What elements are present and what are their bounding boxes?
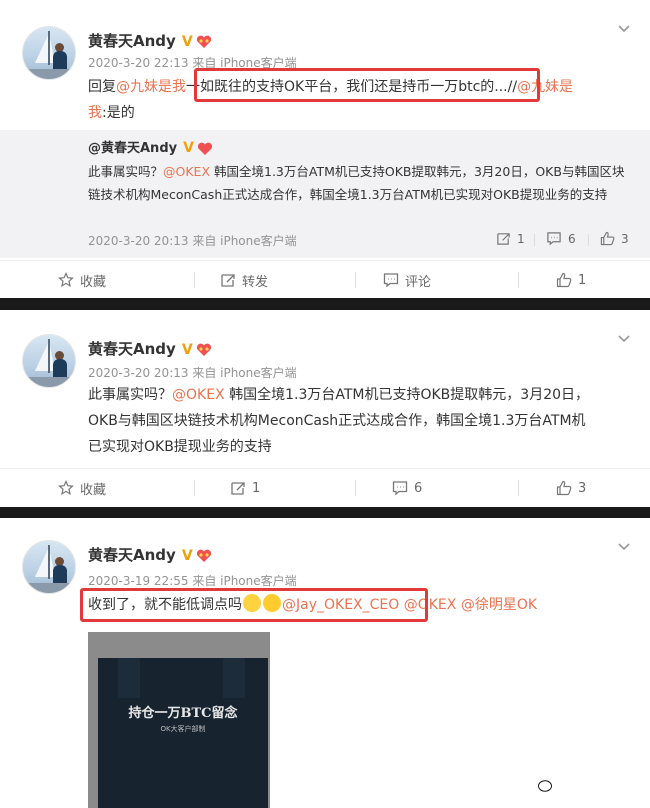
repost-icon: [497, 233, 510, 245]
quoted-comment[interactable]: 6: [546, 231, 576, 246]
favorite-button[interactable]: 收藏: [58, 469, 106, 507]
action-bar: 收藏 转发 评论 1: [0, 260, 650, 298]
text-line: 已实现对OKB提现业务的支持: [88, 439, 272, 455]
quoted-like-count: 3: [621, 231, 629, 246]
action-bar: 收藏 1 6 3: [0, 468, 650, 506]
quoted-meta: 2020-3-20 20:13 来自 iPhone客户端: [88, 234, 297, 248]
like-count: 3: [578, 480, 587, 496]
comment-count: 6: [414, 480, 423, 496]
bag-text: 持仓一万BTC留念: [128, 706, 238, 721]
post-image[interactable]: 持仓一万BTC留念 OK大客户部制: [88, 632, 270, 808]
comment-icon: [383, 273, 399, 288]
comment-button[interactable]: 评论: [383, 261, 431, 299]
avatar[interactable]: [22, 540, 76, 594]
heart-badge-icon: [196, 35, 211, 48]
author-name-row: 黄春天Andy V: [88, 338, 212, 359]
divider: [194, 480, 195, 496]
comment-icon: [547, 232, 561, 246]
like-button[interactable]: 3: [556, 469, 586, 507]
post-meta: 2020-3-20 20:13 来自 iPhone客户端: [88, 366, 297, 380]
author-name-row: 黄春天Andy V: [88, 544, 212, 565]
verified-icon: V: [181, 341, 193, 358]
post-meta: 2020-3-19 22:55 来自 iPhone客户端: [88, 574, 297, 588]
favorite-button[interactable]: 收藏: [58, 261, 106, 299]
verified-icon: V: [181, 547, 193, 564]
wechat-icon: [530, 776, 552, 792]
comment-label: 评论: [405, 274, 432, 290]
tote-bag: 持仓一万BTC留念 OK大客户部制: [98, 658, 268, 808]
divider: [355, 272, 356, 288]
thumbs-up-icon: [556, 480, 572, 496]
heart-badge-icon: [196, 343, 211, 356]
watermark: 币圈的良心: [530, 774, 628, 794]
divider: [518, 480, 519, 496]
bag-subtext: OK大客户部制: [160, 725, 206, 733]
divider: [588, 234, 589, 246]
like-button[interactable]: 1: [556, 261, 586, 299]
favorite-label: 收藏: [80, 274, 107, 290]
post-card: 黄春天Andy V 2020-3-20 20:13 来自 iPhone客户端 此事…: [0, 310, 650, 507]
verified-icon: V: [183, 140, 194, 156]
mention-link[interactable]: @OKEX: [172, 387, 225, 403]
highlight-box: [80, 588, 428, 622]
repost-button[interactable]: 转发: [220, 261, 268, 299]
author-name[interactable]: 黄春天Andy: [88, 546, 176, 564]
quoted-like[interactable]: 3: [600, 231, 629, 246]
star-icon: [58, 272, 74, 288]
thumbs-up-icon: [600, 231, 615, 246]
author-name-row: 黄春天Andy V: [88, 30, 212, 51]
chevron-down-icon[interactable]: [618, 22, 630, 34]
quoted-text: @黄春天Andy V 此事属实吗？@OKEX 韩国全境1.3万台ATM机已支持OK…: [88, 136, 633, 206]
comment-icon: [392, 481, 408, 496]
repost-button[interactable]: 1: [230, 469, 260, 507]
avatar[interactable]: [22, 26, 76, 80]
text-prefix: 此事属实吗？: [88, 387, 172, 403]
quoted-prefix: 此事属实吗？: [88, 164, 164, 179]
chevron-down-icon[interactable]: [618, 332, 630, 344]
divider: [355, 480, 356, 496]
post-card: 黄春天Andy V 2020-3-20 22:13 来自 iPhone客户端 回复…: [0, 0, 650, 298]
mention-link[interactable]: @徐明星OK: [456, 597, 537, 613]
divider: [534, 234, 535, 246]
heart-badge-icon: [197, 142, 213, 155]
quoted-repost-count: 1: [517, 231, 525, 246]
repost-label: 转发: [242, 274, 269, 290]
watermark-text: 币圈的良心: [558, 777, 628, 793]
thumbs-up-icon: [556, 272, 572, 288]
quoted-comment-count: 6: [568, 231, 576, 246]
reply-prefix: 回复: [88, 79, 116, 95]
repost-icon: [221, 274, 235, 287]
verified-icon: V: [181, 33, 193, 50]
quoted-repost[interactable]: 1: [496, 231, 525, 246]
divider: [194, 272, 195, 288]
heart-badge-icon: [196, 549, 211, 562]
mention-link[interactable]: @九妹是我: [116, 79, 186, 95]
quoted-post[interactable]: @黄春天Andy V 此事属实吗？@OKEX 韩国全境1.3万台ATM机已支持OK…: [0, 130, 650, 258]
quoted-author[interactable]: @黄春天Andy: [88, 141, 177, 156]
favorite-label: 收藏: [80, 482, 107, 498]
star-icon: [58, 480, 74, 496]
repost-count: 1: [252, 480, 261, 496]
post-card: 黄春天Andy V 2020-3-19 22:55 来自 iPhone客户端 收到…: [0, 518, 650, 808]
comment-button[interactable]: 6: [392, 469, 422, 507]
divider: [518, 272, 519, 288]
repost-icon: [231, 482, 245, 495]
mention-link[interactable]: @OKEX: [163, 164, 210, 179]
mention-link[interactable]: 我: [88, 105, 102, 121]
chevron-down-icon[interactable]: [618, 540, 630, 552]
post-text: 此事属实吗？@OKEX 韩国全境1.3万台ATM机已支持OKB提取韩元，3月20…: [88, 382, 633, 460]
author-name[interactable]: 黄春天Andy: [88, 32, 176, 50]
text-line: OKB与韩国区块链技术机构MeconCash正式达成合作，韩国全境1.3万台AT…: [88, 413, 586, 429]
author-name[interactable]: 黄春天Andy: [88, 340, 176, 358]
reply-tail: :是的: [102, 105, 135, 121]
highlight-box: [194, 68, 540, 102]
avatar[interactable]: [22, 334, 76, 388]
text-line: 韩国全境1.3万台ATM机已支持OKB提取韩元，3月20日，: [224, 387, 590, 403]
like-count: 1: [578, 272, 587, 288]
